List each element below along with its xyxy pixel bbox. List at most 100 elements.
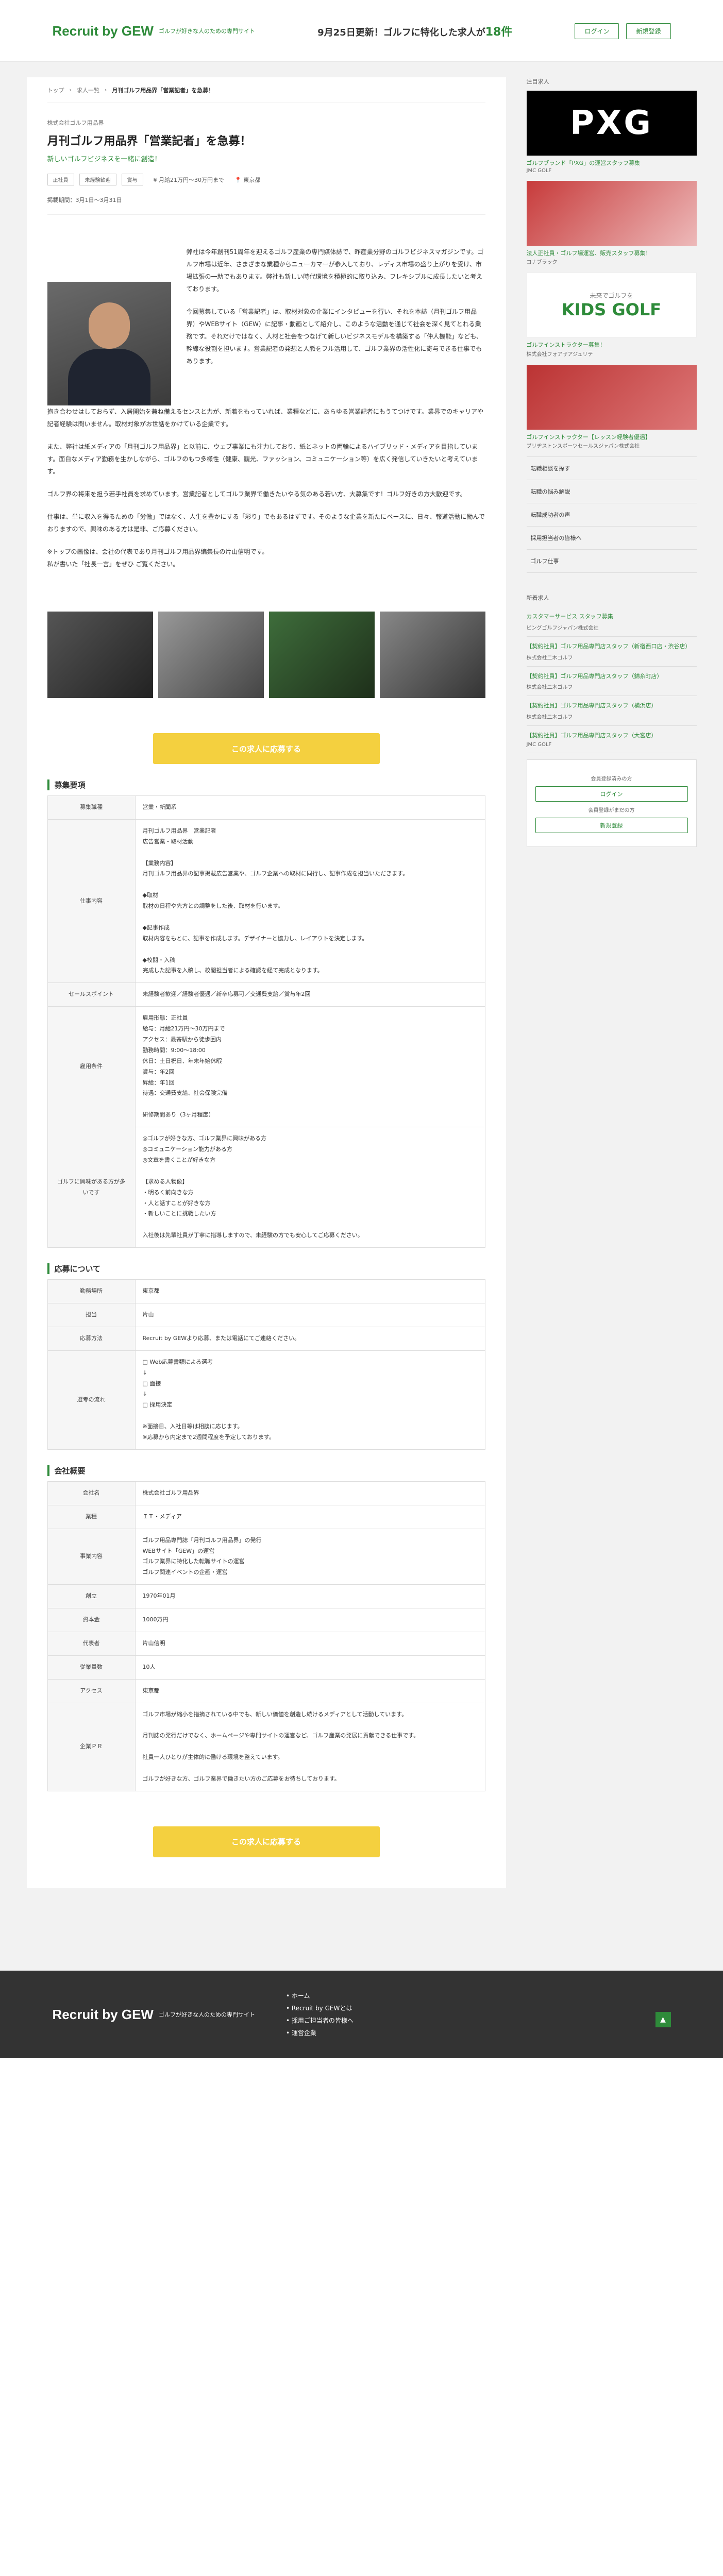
new-job-company: ピングゴルフジャパン株式会社 xyxy=(526,625,599,631)
row-value: 東京都 xyxy=(134,1279,485,1303)
breadcrumb-sep-icon: › xyxy=(69,87,72,93)
row-value: 片山 xyxy=(134,1302,485,1327)
sidebar-link[interactable]: 転職成功者の声 xyxy=(526,503,697,527)
list-item[interactable]: 【契約社員】ゴルフ用品専門店スタッフ（横浜店） 株式会社二木ゴルフ xyxy=(526,696,697,726)
job-subtitle: 新しいゴルフビジネスを一緒に創造！ xyxy=(47,156,161,163)
breadcrumb-jobs[interactable]: 求人一覧 xyxy=(77,86,99,94)
back-to-top-icon[interactable]: ▲ xyxy=(655,2011,671,2027)
gallery-photo[interactable] xyxy=(158,612,264,698)
row-value: 株式会社ゴルフ用品界 xyxy=(134,1481,485,1505)
new-job-company: JMC GOLF xyxy=(526,742,552,748)
sidebar-link[interactable]: 転職相談を探す xyxy=(526,457,697,481)
new-job-title: 【契約社員】ゴルフ用品専門店スタッフ（新宿西口店・渋谷店） xyxy=(526,642,691,650)
portrait-suit xyxy=(68,349,150,405)
new-job-company: 株式会社二木ゴルフ xyxy=(526,714,573,720)
list-item[interactable]: 【契約社員】ゴルフ用品専門店スタッフ（新宿西口店・渋谷店） 株式会社二木ゴルフ xyxy=(526,637,697,667)
section-title-requirements: 募集要項 xyxy=(47,779,485,790)
table-row: 創立 1970年01月 xyxy=(47,1584,485,1609)
apply-button[interactable]: この求人に応募する xyxy=(153,733,380,764)
ad-pxg[interactable]: PXG xyxy=(526,91,697,156)
table-row: 従業員数 10人 xyxy=(47,1655,485,1680)
row-label: 企業ＰＲ xyxy=(47,1702,136,1791)
breadcrumb-home[interactable]: トップ xyxy=(47,86,64,94)
sidebar-register-button[interactable]: 新規登録 xyxy=(535,818,688,834)
ad-title[interactable]: 法人正社員・ゴルフ場運営、販売スタッフ募集！ xyxy=(527,249,697,258)
apply-button-bottom[interactable]: この求人に応募する xyxy=(153,1826,380,1857)
row-label: 仕事内容 xyxy=(47,819,136,984)
header-actions: ログイン 新規登録 xyxy=(575,23,671,39)
section-title-application: 応募について xyxy=(47,1263,485,1275)
footer-links: • ホーム • Recruit by GEWとは • 採用ご担当者の皆様へ • … xyxy=(286,1990,354,2039)
gallery-photo[interactable] xyxy=(379,612,485,698)
application-table: 勤務場所 東京都 担当 片山 応募方法 Recruit by GEWより応募、または電… xyxy=(47,1279,485,1450)
new-job-title: 【契約社員】ゴルフ用品専門店スタッフ（錦糸町店） xyxy=(526,672,663,680)
job-title: 月刊ゴルフ用品界「営業記者」を急募！ xyxy=(47,135,251,148)
body-paragraph: ※トップの画像は、会社の代表であり月刊ゴルフ用品界編集長の片山信明です。 私が書… xyxy=(47,548,268,568)
new-jobs-label: 新着求人 xyxy=(526,595,549,602)
breadcrumb-current: 月刊ゴルフ用品界「営業記者」を急募！ xyxy=(112,87,214,94)
footer-link[interactable]: • ホーム xyxy=(286,1990,354,2002)
intro-paragraph: 今回募集している「営業記者」は、取材対象の企業にインタビューを行い、それを本誌（… xyxy=(186,308,482,365)
sidebar-link[interactable]: ゴルフ仕事 xyxy=(526,550,697,573)
sidebar-link[interactable]: 採用担当者の皆様へ xyxy=(526,527,697,550)
list-item[interactable]: 【契約社員】ゴルフ用品専門店スタッフ（大宮店） JMC GOLF xyxy=(526,726,697,754)
ad-image-instructor[interactable] xyxy=(526,364,697,430)
footer-link[interactable]: • 運営企業 xyxy=(286,2027,354,2039)
ad-kids-text: KIDS GOLF xyxy=(561,299,662,319)
register-label: 会員登録がまだの方 xyxy=(588,808,635,814)
ad-kids-small: 未来でゴルフを xyxy=(590,292,633,299)
row-label: 資本金 xyxy=(47,1608,136,1632)
login-label: 会員登録済みの方 xyxy=(591,776,632,783)
footer-tagline: ゴルフが好きな人のための専門サイト xyxy=(158,2011,255,2018)
page-background: トップ › 求人一覧 › 月刊ゴルフ用品界「営業記者」を急募！ 株式会社ゴルフ用… xyxy=(0,62,723,1971)
body-paragraph: 仕事は、単に収入を得るための「労働」ではなく、人生を豊かにする「彩り」でもあるは… xyxy=(47,513,485,533)
footer-logo[interactable]: Recruit by GEW ゴルフが好きな人のための専門サイト xyxy=(53,2008,255,2021)
row-value: ＩＴ・メディア xyxy=(134,1504,485,1529)
ad-title[interactable]: ゴルフインストラクター募集！ xyxy=(527,341,697,350)
table-row: 応募方法 Recruit by GEWより応募、または電話にてご連絡ください。 xyxy=(47,1326,485,1351)
ad-title[interactable]: ゴルフブランド「PXG」の運営スタッフ募集 xyxy=(527,159,697,168)
ad-image-staff[interactable] xyxy=(526,180,697,246)
row-label: 選考の流れ xyxy=(47,1350,136,1450)
intro-text: 弊社は今年創刊51周年を迎えるゴルフ産業の専門媒体誌で、昨産業分野のゴルフビジネ… xyxy=(187,246,485,405)
salary-value: 月給21万円〜30万円まで xyxy=(159,176,224,183)
login-button[interactable]: ログイン xyxy=(575,23,619,39)
tag-bonus: 賞与 xyxy=(121,174,143,185)
table-row: 資本金 1000万円 xyxy=(47,1608,485,1632)
list-item[interactable]: カスタマーサービス スタッフ募集 ピングゴルフジャパン株式会社 xyxy=(526,607,697,637)
footer-link[interactable]: • 採用ご担当者の皆様へ xyxy=(286,2014,354,2027)
table-row: 担当 片山 xyxy=(47,1302,485,1327)
row-value: 営業・新聞系 xyxy=(134,795,485,820)
sidebar-link[interactable]: 転職の悩み解説 xyxy=(526,480,697,504)
row-value: ゴルフ用品専門誌「月刊ゴルフ用品界」の発行 WEBサイト「GEW」の運営 ゴルフ… xyxy=(134,1528,485,1585)
footer-link-label: Recruit by GEWとは xyxy=(291,2004,352,2012)
sidebar-login-button[interactable]: ログイン xyxy=(535,786,688,802)
job-tags: 正社員 未経験歓迎 賞与 ¥ 月給21万円〜30万円まで 📍 東京都 xyxy=(47,174,485,185)
row-value: 1000万円 xyxy=(134,1608,485,1632)
ad-kids-golf[interactable]: 未来でゴルフを KIDS GOLF xyxy=(526,273,697,338)
member-box: 会員登録済みの方 ログイン 会員登録がまだの方 新規登録 xyxy=(526,759,697,848)
intro-paragraph: 弊社は今年創刊51周年を迎えるゴルフ産業の専門媒体誌で、昨産業分野のゴルフビジネ… xyxy=(186,248,484,293)
row-value: 10人 xyxy=(134,1655,485,1680)
ad-company: JMC GOLF xyxy=(526,167,552,174)
requirements-table: 募集職種 営業・新聞系 仕事内容 月刊ゴルフ用品界 営業記者 広告営業・取材活動 【… xyxy=(47,795,485,1248)
row-value: ゴルフ市場が縮小を指摘されている中でも、新しい価値を創造し続けるメディアとして活… xyxy=(134,1702,485,1791)
gallery-photo[interactable] xyxy=(268,612,375,698)
intro-section: 弊社は今年創刊51周年を迎えるゴルフ産業の専門媒体誌で、昨産業分野のゴルフビジネ… xyxy=(47,246,485,405)
table-row: 選考の流れ □ Web応募書類による選考 ↓ □ 面接 ↓ □ 採用決定 ※面接日… xyxy=(47,1350,485,1450)
row-value: 片山信明 xyxy=(134,1631,485,1656)
register-button[interactable]: 新規登録 xyxy=(626,23,671,39)
table-row: 仕事内容 月刊ゴルフ用品界 営業記者 広告営業・取材活動 【業務内容】 月刊ゴルフ… xyxy=(47,819,485,984)
site-footer: Recruit by GEW ゴルフが好きな人のための専門サイト • ホーム •… xyxy=(0,1970,723,2058)
table-row: 業種 ＩＴ・メディア xyxy=(47,1504,485,1529)
row-label: ゴルフに興味がある方が多いです xyxy=(47,1127,136,1248)
footer-link[interactable]: • Recruit by GEWとは xyxy=(286,2002,354,2014)
ad-title[interactable]: ゴルフインストラクター【レッスン経験者優遇】 xyxy=(527,433,697,442)
update-notice: 9月25日更新！ゴルフに特化した求人が18件 xyxy=(317,23,512,39)
row-value: 東京都 xyxy=(134,1679,485,1703)
site-logo[interactable]: Recruit by GEW ゴルフが好きな人のための専門サイト xyxy=(53,24,255,38)
list-item[interactable]: 【契約社員】ゴルフ用品専門店スタッフ（錦糸町店） 株式会社二木ゴルフ xyxy=(526,667,697,697)
table-row: セールスポイント 未経験者歓迎／経験者優遇／新卒応募可／交通費支給／賞与年2回 xyxy=(47,982,485,1007)
gallery-photo[interactable] xyxy=(47,612,153,698)
row-label: 会社名 xyxy=(47,1481,136,1505)
